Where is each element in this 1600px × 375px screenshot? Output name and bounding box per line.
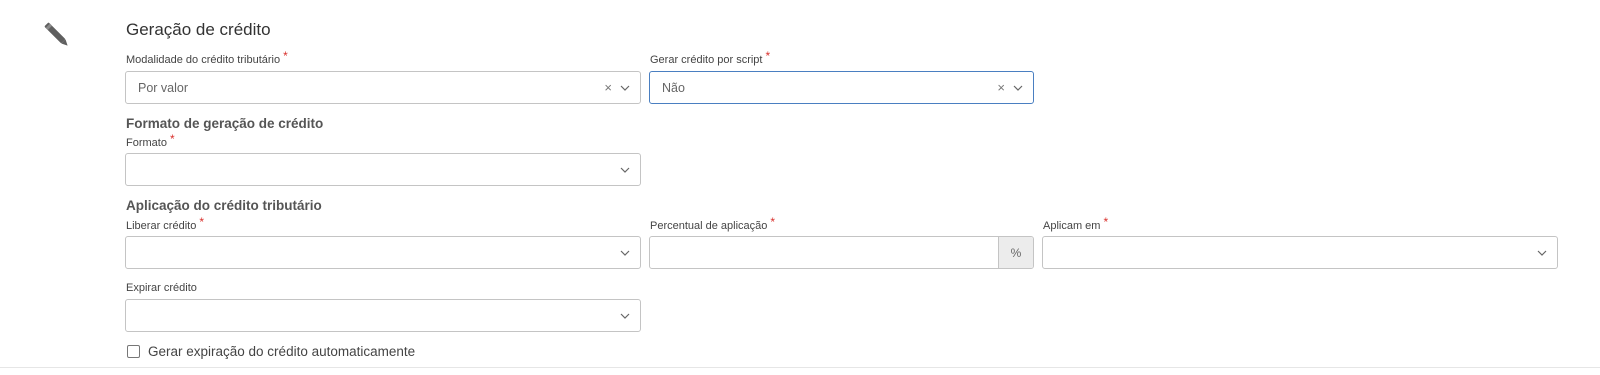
modalidade-value: Por valor — [138, 80, 189, 95]
expirar-label-text: Expirar crédito — [126, 282, 197, 294]
liberar-label-text: Liberar crédito — [126, 220, 197, 232]
required-marker: * — [169, 132, 175, 146]
expirar-label: Expirar crédito — [126, 282, 197, 294]
chevron-down-icon[interactable] — [620, 311, 630, 321]
required-marker: * — [199, 215, 204, 229]
chevron-down-icon[interactable] — [620, 165, 630, 175]
aplicam-em-label-text: Aplicam em — [1043, 220, 1101, 232]
gerar-script-label-text: Gerar crédito por script — [650, 54, 763, 66]
chevron-down-icon[interactable] — [620, 83, 630, 93]
percentual-input-group: % — [649, 236, 1034, 269]
clear-icon[interactable]: × — [604, 81, 612, 94]
gerar-script-value: Não — [662, 80, 685, 95]
gerar-script-label: Gerar crédito por script * — [650, 49, 771, 66]
modalidade-label-text: Modalidade do crédito tributário — [126, 54, 281, 66]
percentual-label: Percentual de aplicação * — [650, 215, 776, 232]
pencil-icon — [42, 20, 72, 50]
modalidade-label: Modalidade do crédito tributário * — [126, 49, 288, 66]
required-marker: * — [765, 49, 771, 63]
liberar-select[interactable] — [125, 236, 641, 269]
formato-select[interactable] — [125, 153, 641, 186]
formato-label-text: Formato — [126, 137, 167, 149]
auto-expire-checkbox[interactable] — [127, 345, 140, 358]
formato-section-title: Formato de geração de crédito — [126, 116, 324, 131]
percentual-label-text: Percentual de aplicação — [650, 220, 768, 232]
chevron-down-icon[interactable] — [1537, 248, 1547, 258]
percent-addon: % — [998, 237, 1033, 268]
required-marker: * — [1103, 215, 1109, 229]
section-title: Geração de crédito — [126, 20, 271, 39]
aplicam-em-label: Aplicam em * — [1043, 215, 1109, 232]
liberar-label: Liberar crédito * — [126, 215, 204, 232]
gerar-script-select[interactable]: Não × — [649, 71, 1034, 104]
clear-icon[interactable]: × — [997, 81, 1005, 94]
aplicacao-section-title: Aplicação do crédito tributário — [126, 198, 322, 213]
formato-label: Formato * — [126, 132, 175, 149]
required-marker: * — [770, 215, 776, 229]
chevron-down-icon[interactable] — [1013, 83, 1023, 93]
auto-expire-row[interactable]: Gerar expiração do crédito automaticamen… — [127, 344, 415, 359]
expirar-select[interactable] — [125, 299, 641, 332]
required-marker: * — [283, 49, 288, 63]
auto-expire-label[interactable]: Gerar expiração do crédito automaticamen… — [148, 344, 415, 359]
divider — [0, 367, 1600, 368]
modalidade-select[interactable]: Por valor × — [125, 71, 641, 104]
chevron-down-icon[interactable] — [620, 248, 630, 258]
aplicam-em-select[interactable] — [1042, 236, 1558, 269]
percentual-input[interactable] — [650, 237, 998, 268]
